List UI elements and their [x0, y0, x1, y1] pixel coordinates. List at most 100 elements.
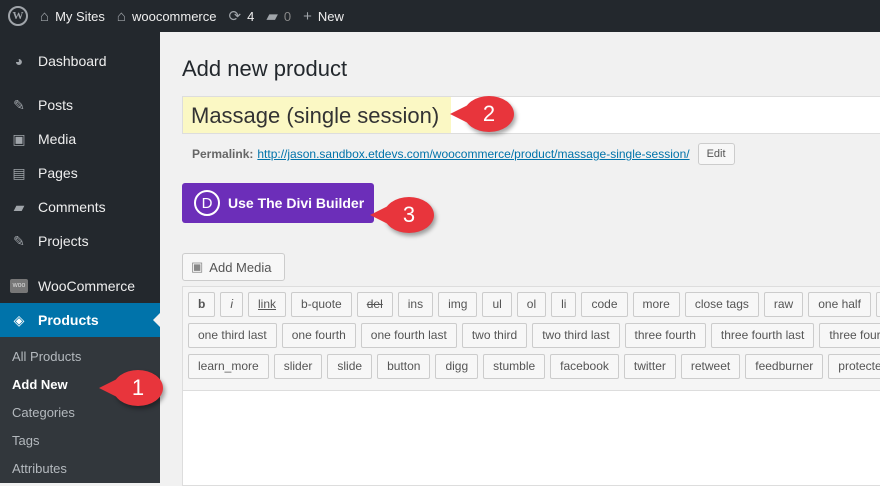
add-media-label: Add Media: [209, 259, 272, 275]
sidebar-item-label: Pages: [38, 165, 78, 181]
comments-count: 0: [283, 8, 292, 24]
sidebar-item-label: Products: [38, 312, 99, 328]
admin-sidebar: ◕ Dashboard ✎ Posts ▣ Media ▤ Pages ▰ Comment…: [0, 32, 160, 483]
quicktag-button-link[interactable]: link: [248, 292, 287, 317]
comment-icon: ▰: [266, 8, 278, 25]
toolbar-row: one third last one fourth one fourth last t…: [188, 323, 880, 348]
callout-marker: 3: [370, 197, 434, 233]
quicktag-button-learn-more[interactable]: learn_more: [188, 354, 269, 379]
quicktag-button-one-fourth-last[interactable]: one fourth last: [360, 323, 457, 348]
quicktag-button-img[interactable]: img: [438, 292, 478, 317]
quicktag-button-button[interactable]: button: [377, 354, 431, 379]
sidebar-item-label: Posts: [38, 97, 74, 113]
my-sites-link[interactable]: ⌂ My Sites: [40, 0, 105, 32]
comment-icon: ▰: [13, 198, 25, 215]
quicktag-button-retweet[interactable]: retweet: [680, 354, 741, 379]
quicktag-button-three-fourth[interactable]: three fourth: [624, 323, 706, 348]
divi-logo-icon: D: [194, 190, 220, 216]
sidebar-item-comments[interactable]: ▰ Comments: [0, 190, 160, 224]
quicktag-button-one-third-last[interactable]: one third last: [188, 323, 277, 348]
products-submenu: All Products Add New Categories Tags Att…: [0, 337, 160, 483]
wordpress-logo-icon[interactable]: W: [8, 6, 28, 26]
sidebar-item-pages[interactable]: ▤ Pages: [0, 156, 160, 190]
sidebar-item-media[interactable]: ▣ Media: [0, 122, 160, 156]
dashboard-icon: ◕: [14, 53, 24, 69]
quicktag-button-three-fourth[interactable]: three fourth: [819, 323, 880, 348]
sidebar-item-products[interactable]: ◈ Products: [0, 303, 160, 337]
sidebar-item-label: Dashboard: [38, 53, 107, 69]
quicktag-button-twitter[interactable]: twitter: [623, 354, 676, 379]
quicktag-button-one-half[interactable]: one half: [808, 292, 871, 317]
toolbar-row: b i link b-quote del ins img ul ol li code more clos…: [188, 292, 880, 317]
quicktag-button-close-tags[interactable]: close tags: [684, 292, 759, 317]
permalink-row: Permalink: http://jason.sandbox.etdevs.c…: [182, 143, 880, 165]
site-link[interactable]: ⌂ woocommerce: [117, 0, 217, 32]
quicktag-button-slider[interactable]: slider: [273, 354, 323, 379]
updates-count: 4: [247, 8, 255, 24]
pin-icon: ✎: [13, 96, 25, 113]
quicktag-button-one-half-last[interactable]: one half last: [875, 292, 880, 317]
sidebar-item-label: Media: [38, 131, 77, 147]
quicktag-button-del[interactable]: del: [356, 292, 393, 317]
my-sites-label: My Sites: [55, 8, 105, 24]
sidebar-item-label: WooCommerce: [38, 278, 135, 294]
main-content: Add new product Massage (single session)…: [182, 32, 880, 486]
box-icon: ◈: [13, 311, 25, 328]
permalink-label: Permalink:: [192, 147, 254, 161]
quicktag-button-more[interactable]: more: [632, 292, 680, 317]
toolbar-row: learn_more slider slide button digg stumble fa…: [188, 354, 880, 379]
sidebar-item-label: Projects: [38, 233, 89, 249]
sidebar-item-dashboard[interactable]: ◕ Dashboard: [0, 44, 160, 78]
content-editor[interactable]: b i link b-quote del ins img ul ol li code more clos…: [182, 286, 880, 486]
pages-icon: ▤: [12, 164, 26, 181]
new-label: New: [317, 8, 344, 24]
quicktag-button-three-fourth-last[interactable]: three fourth last: [710, 323, 815, 348]
quicktags-toolbar: b i link b-quote del ins img ul ol li code more clos…: [183, 287, 880, 391]
product-title-input[interactable]: Massage (single session): [182, 96, 880, 134]
quicktag-button-code[interactable]: code: [581, 292, 628, 317]
sites-icon: ⌂: [40, 7, 50, 25]
quicktag-button-two-third-last[interactable]: two third last: [532, 323, 620, 348]
quicktag-button-raw[interactable]: raw: [763, 292, 804, 317]
divi-builder-button[interactable]: D Use The Divi Builder: [182, 183, 374, 223]
sidebar-item-projects[interactable]: ✎ Projects: [0, 224, 160, 258]
quicktag-button-slide[interactable]: slide: [327, 354, 373, 379]
quicktag-button-b[interactable]: b: [188, 292, 216, 317]
submenu-tags[interactable]: Tags: [0, 427, 160, 455]
quicktag-button-two-third[interactable]: two third: [461, 323, 528, 348]
comments-link[interactable]: ▰ 0: [266, 0, 291, 32]
permalink-link[interactable]: http://jason.sandbox.etdevs.com/woocomme…: [257, 147, 689, 161]
quicktag-button-ins[interactable]: ins: [397, 292, 434, 317]
quicktag-button-ol[interactable]: ol: [516, 292, 547, 317]
add-media-button[interactable]: ▣ Add Media: [182, 253, 285, 281]
submenu-attributes[interactable]: Attributes: [0, 455, 160, 483]
sidebar-item-posts[interactable]: ✎ Posts: [0, 88, 160, 122]
quicktag-button-ul[interactable]: ul: [482, 292, 512, 317]
woo-icon: woo: [10, 279, 28, 293]
updates-link[interactable]: ⟳ 4: [229, 0, 255, 32]
callout-marker: 1: [99, 370, 163, 406]
product-title-value: Massage (single session): [183, 97, 451, 133]
quicktag-button-li[interactable]: li: [551, 292, 577, 317]
plus-icon: +: [303, 7, 312, 25]
submenu-all-products[interactable]: All Products: [0, 343, 160, 371]
quicktag-button-stumble[interactable]: stumble: [483, 354, 546, 379]
divi-builder-label: Use The Divi Builder: [228, 195, 365, 211]
sidebar-item-label: Comments: [38, 199, 106, 215]
quicktag-button-facebook[interactable]: facebook: [550, 354, 619, 379]
updates-icon: ⟳: [228, 8, 242, 25]
quicktag-button-i[interactable]: i: [220, 292, 244, 317]
quicktag-button-feedburner[interactable]: feedburner: [745, 354, 824, 379]
callout-marker: 2: [450, 96, 514, 132]
site-label: woocommerce: [131, 8, 217, 24]
quicktag-button-one-fourth[interactable]: one fourth: [281, 323, 356, 348]
media-icon: ▣: [191, 259, 204, 274]
quicktag-button-digg[interactable]: digg: [435, 354, 479, 379]
permalink-edit-button[interactable]: Edit: [697, 143, 735, 165]
quicktag-button-b-quote[interactable]: b-quote: [291, 292, 352, 317]
media-icon: ▣: [12, 130, 26, 147]
sidebar-item-woocommerce[interactable]: woo WooCommerce: [0, 269, 160, 303]
pin-icon: ✎: [13, 232, 25, 249]
quicktag-button-protected[interactable]: protected: [828, 354, 880, 379]
new-link[interactable]: + New: [303, 0, 344, 32]
